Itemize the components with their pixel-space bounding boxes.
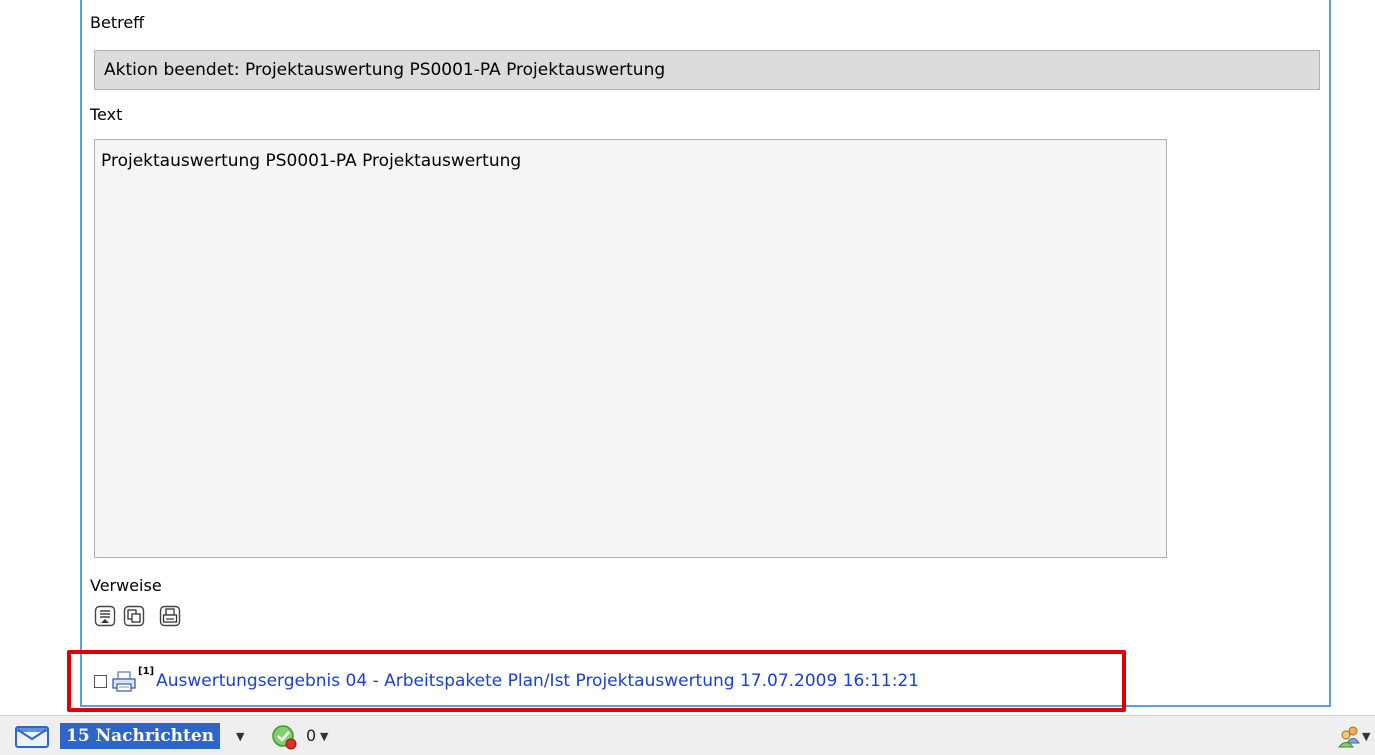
reference-checkbox[interactable] xyxy=(94,674,107,688)
reference-item[interactable]: [1] Auswertungsergebnis 04 - Arbeitspake… xyxy=(94,666,919,694)
copy-reference-icon[interactable] xyxy=(123,605,145,627)
users-icon[interactable] xyxy=(1338,725,1362,749)
reference-link[interactable]: Auswertungsergebnis 04 - Arbeitspakete P… xyxy=(156,671,919,691)
mail-inbox-icon[interactable] xyxy=(14,725,50,749)
status-bar: 15 Nachrichten ▼ 0 ▼ ▼ xyxy=(0,715,1375,755)
printer-icon xyxy=(112,671,136,692)
references-label: Verweise xyxy=(90,576,162,595)
todo-dropdown-caret-icon[interactable]: ▼ xyxy=(320,730,328,743)
messages-count-button[interactable]: 15 Nachrichten xyxy=(60,723,220,749)
text-label: Text xyxy=(90,105,123,124)
todo-count: 0 xyxy=(306,726,317,745)
message-text-area[interactable]: Projektauswertung PS0001-PA Projektauswe… xyxy=(94,139,1167,558)
subject-field[interactable]: Aktion beendet: Projektauswertung PS0001… xyxy=(94,50,1320,90)
users-dropdown-caret-icon[interactable]: ▼ xyxy=(1362,730,1370,743)
subject-label: Betreff xyxy=(90,13,145,32)
task-check-icon[interactable] xyxy=(270,724,298,750)
print-reference-icon[interactable] xyxy=(159,605,181,627)
messages-dropdown-caret-icon[interactable]: ▼ xyxy=(236,730,244,743)
open-reference-icon[interactable] xyxy=(94,605,116,627)
reference-badge: [1] xyxy=(138,666,155,677)
